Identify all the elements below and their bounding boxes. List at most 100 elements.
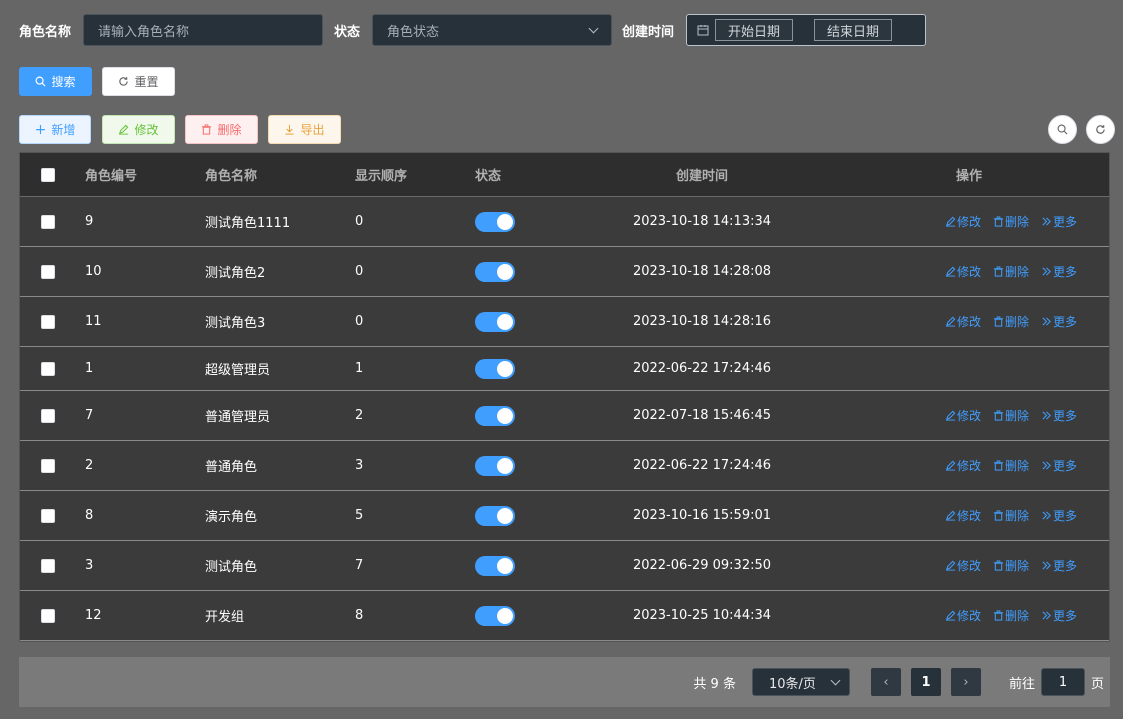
cell-role-name: 测试角色2 <box>205 266 266 281</box>
cell-role-id: 9 <box>85 214 94 229</box>
row-more-link[interactable]: 更多 <box>1041 407 1077 424</box>
row-more-link[interactable]: 更多 <box>1041 557 1077 574</box>
page-size-select[interactable]: 10条/页 <box>751 668 850 696</box>
cell-display-order: 5 <box>355 508 364 523</box>
row-edit-label: 修改 <box>956 215 981 229</box>
row-checkbox[interactable] <box>41 458 55 473</box>
page-number-current[interactable]: 1 <box>910 668 941 696</box>
status-toggle[interactable] <box>475 405 515 426</box>
toggle-search-button[interactable] <box>1048 115 1077 144</box>
refresh-icon <box>118 76 129 87</box>
toggle-knob <box>497 213 513 230</box>
trash-icon <box>993 266 1004 277</box>
end-date-input[interactable]: 结束日期 <box>814 19 893 41</box>
row-delete-label: 删除 <box>1004 459 1029 473</box>
row-more-link[interactable]: 更多 <box>1041 457 1077 474</box>
row-checkbox[interactable] <box>41 558 55 573</box>
row-edit-link[interactable]: 修改 <box>945 313 981 330</box>
goto-page-input[interactable]: 1 <box>1040 668 1085 696</box>
cell-role-name: 开发组 <box>205 610 245 625</box>
refresh-table-button[interactable] <box>1086 115 1115 144</box>
row-more-link[interactable]: 更多 <box>1041 507 1077 524</box>
add-button-label: 新增 <box>51 123 76 137</box>
cell-operations: 修改 删除 更多 <box>829 457 1109 474</box>
status-toggle[interactable] <box>475 605 515 626</box>
row-edit-label: 修改 <box>956 409 981 423</box>
row-more-link[interactable]: 更多 <box>1041 263 1077 280</box>
role-name-input[interactable]: 请输入角色名称 <box>83 14 324 46</box>
cell-display-order: 0 <box>355 264 364 279</box>
row-edit-link[interactable]: 修改 <box>945 457 981 474</box>
status-toggle[interactable] <box>475 505 515 526</box>
row-edit-link[interactable]: 修改 <box>945 507 981 524</box>
row-edit-link[interactable]: 修改 <box>945 607 981 624</box>
row-edit-link[interactable]: 修改 <box>945 263 981 280</box>
row-edit-link[interactable]: 修改 <box>945 213 981 230</box>
cell-role-name: 普通管理员 <box>205 410 271 425</box>
status-toggle[interactable] <box>475 211 515 232</box>
row-edit-link[interactable]: 修改 <box>945 557 981 574</box>
cell-role-id: 12 <box>85 608 102 623</box>
next-page-button[interactable]: › <box>950 668 981 696</box>
status-toggle[interactable] <box>475 311 515 332</box>
add-button[interactable]: + 新增 <box>19 115 91 144</box>
cell-created-time: 2022-06-22 17:24:46 <box>632 458 772 473</box>
status-select[interactable]: 角色状态 <box>372 14 613 46</box>
row-more-link[interactable]: 更多 <box>1041 313 1077 330</box>
header-display-order: 显示顺序 <box>355 169 408 184</box>
pagination: 共 9 条 10条/页 ‹ 1 › 前往 1 页 <box>19 657 1110 707</box>
row-delete-link[interactable]: 删除 <box>993 407 1029 424</box>
date-range-picker[interactable]: 开始日期 结束日期 <box>686 14 927 46</box>
export-button[interactable]: 导出 <box>268 115 341 144</box>
row-checkbox[interactable] <box>41 314 55 329</box>
cell-created-time: 2023-10-16 15:59:01 <box>632 508 772 523</box>
row-edit-label: 修改 <box>956 459 981 473</box>
row-more-label: 更多 <box>1052 559 1077 573</box>
status-toggle[interactable] <box>475 555 515 576</box>
double-chevron-right-icon <box>1041 266 1052 277</box>
row-checkbox[interactable] <box>41 264 55 279</box>
toggle-knob <box>497 507 513 524</box>
cell-operations: 修改 删除 更多 <box>829 407 1109 424</box>
pagination-total: 共 9 条 <box>693 676 736 692</box>
row-delete-link[interactable]: 删除 <box>993 213 1029 230</box>
table-row: 2 普通角色 3 2022-06-22 17:24:46 修改 删除 更多 <box>20 441 1109 491</box>
chevron-right-icon: › <box>963 674 969 690</box>
status-toggle[interactable] <box>475 358 515 379</box>
row-delete-link[interactable]: 删除 <box>993 457 1029 474</box>
toggle-knob <box>497 557 513 574</box>
row-edit-link[interactable]: 修改 <box>945 407 981 424</box>
double-chevron-right-icon <box>1041 410 1052 421</box>
delete-button[interactable]: 删除 <box>185 115 258 144</box>
trash-icon <box>993 610 1004 621</box>
table-row: 10 测试角色2 0 2023-10-18 14:28:08 修改 删除 更多 <box>20 247 1109 297</box>
row-checkbox[interactable] <box>41 408 55 423</box>
row-checkbox[interactable] <box>41 214 55 229</box>
row-delete-link[interactable]: 删除 <box>993 557 1029 574</box>
goto-prefix: 前往 <box>1008 676 1035 692</box>
row-delete-link[interactable]: 删除 <box>993 313 1029 330</box>
row-checkbox[interactable] <box>41 361 55 376</box>
status-toggle[interactable] <box>475 455 515 476</box>
cell-display-order: 7 <box>355 558 364 573</box>
search-button[interactable]: 搜索 <box>19 67 92 96</box>
row-delete-link[interactable]: 删除 <box>993 507 1029 524</box>
table-row: 12 开发组 8 2023-10-25 10:44:34 修改 删除 更多 <box>20 591 1109 641</box>
row-checkbox[interactable] <box>41 508 55 523</box>
edit-icon <box>945 460 956 471</box>
select-all-checkbox[interactable] <box>41 167 55 182</box>
reset-button[interactable]: 重置 <box>102 67 175 96</box>
row-more-link[interactable]: 更多 <box>1041 607 1077 624</box>
edit-button[interactable]: 修改 <box>102 115 175 144</box>
row-delete-link[interactable]: 删除 <box>993 263 1029 280</box>
prev-page-button[interactable]: ‹ <box>870 668 901 696</box>
trash-icon <box>993 460 1004 471</box>
cell-display-order: 0 <box>355 314 364 329</box>
row-more-link[interactable]: 更多 <box>1041 213 1077 230</box>
row-checkbox[interactable] <box>41 608 55 623</box>
cell-operations: 修改 删除 更多 <box>829 263 1109 280</box>
refresh-icon <box>1095 124 1106 135</box>
status-toggle[interactable] <box>475 261 515 282</box>
row-delete-link[interactable]: 删除 <box>993 607 1029 624</box>
start-date-input[interactable]: 开始日期 <box>715 19 794 41</box>
